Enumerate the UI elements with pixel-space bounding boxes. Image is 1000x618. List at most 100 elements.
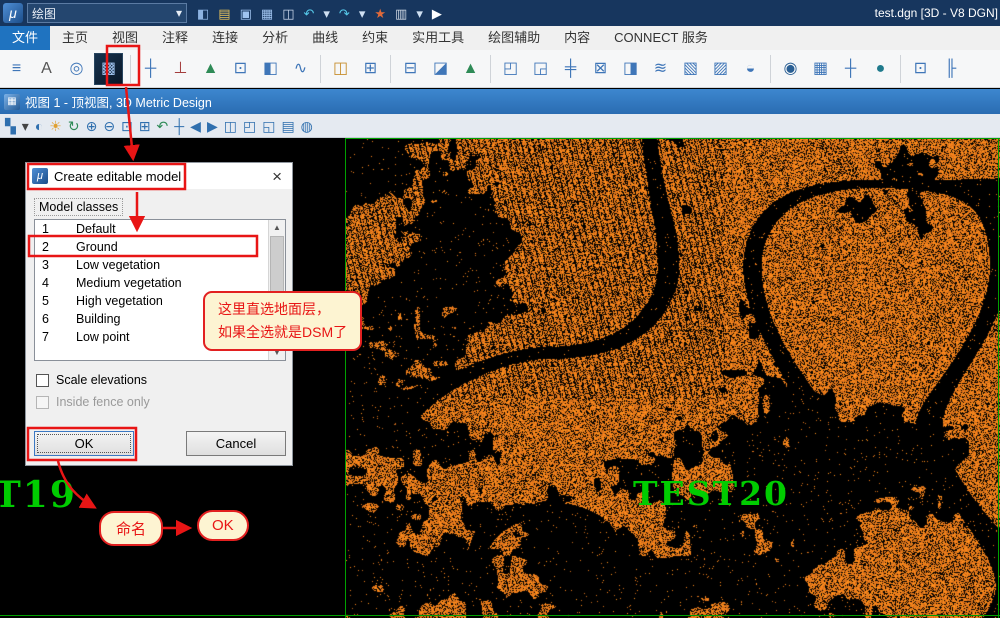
ribbon-tab-1[interactable]: 主页 (50, 26, 100, 50)
window-area-icon[interactable]: ⊡ (121, 119, 133, 133)
cross-section-icon[interactable]: ╪ (558, 55, 583, 83)
copy-view-icon[interactable]: ◫ (224, 119, 237, 133)
ribbon-tab-6[interactable]: 曲线 (300, 26, 350, 50)
point-cloud-view[interactable] (345, 138, 1000, 618)
ribbon-tab-0[interactable]: 文件 (0, 26, 51, 50)
ok-callout: OK (197, 510, 249, 541)
ribbon-tab-bar: 文件 主页 视图 注释 连接 分析 曲线 约束 实用工具 绘图辅助 内容 CONNECT 服务 (0, 26, 1000, 50)
active-tool-combo[interactable]: 绘图 ▾ (27, 3, 187, 23)
zoom-out-icon[interactable]: ⊖ (103, 119, 115, 133)
pushpin-icon[interactable]: ★ (374, 7, 386, 20)
grid-line-top (345, 138, 1000, 139)
snap-point-icon[interactable]: ◎ (64, 55, 89, 83)
profile-view-icon[interactable]: ◧ (258, 55, 283, 83)
selection-arrow-icon[interactable]: ▶ (432, 7, 442, 20)
pan-view-icon[interactable]: ┼ (174, 119, 184, 133)
ribbon-tab-2[interactable]: 视图 (100, 26, 150, 50)
image-frame-icon[interactable]: ⊡ (228, 55, 253, 83)
hatch-left-icon[interactable]: ▧ (678, 55, 703, 83)
saved-views-icon[interactable]: ▤ (281, 119, 294, 133)
model-class-row[interactable]: 3 Low vegetation (35, 256, 285, 274)
clip-volume-icon[interactable]: ◰ (243, 119, 256, 133)
cell-box-icon[interactable]: ⊡ (908, 55, 933, 83)
undo-caret-icon[interactable]: ▾ (323, 7, 330, 20)
ribbon-tab-10[interactable]: 内容 (552, 26, 602, 50)
create-editable-model-icon[interactable]: ▩ (94, 52, 123, 85)
print-caret-icon[interactable]: ▾ (416, 7, 423, 20)
copy-icon[interactable]: ◫ (282, 7, 294, 20)
element-list-icon[interactable]: ≡ (4, 55, 29, 83)
ok-button[interactable]: OK (34, 431, 134, 456)
view-window-icon: ▦ (4, 93, 20, 110)
clip-mask-icon[interactable]: ◱ (262, 119, 275, 133)
clip-box-icon[interactable]: ⊠ (588, 55, 613, 83)
view-previous-icon[interactable]: ◀ (190, 119, 201, 133)
view-window-title-bar[interactable]: ▦ 视图 1 - 顶视图, 3D Metric Design (0, 89, 1000, 114)
model-classes-label: Model classes (34, 198, 124, 216)
print-icon[interactable]: ▥ (395, 7, 407, 20)
model-class-row[interactable]: 4 Medium vegetation (35, 274, 285, 292)
table-tool-icon[interactable]: ⊟ (398, 55, 423, 83)
survey-pole-icon[interactable]: ⊥ (168, 55, 193, 83)
section-tool-icon[interactable]: ◲ (528, 55, 553, 83)
tutorial-callout: 这里直选地面层， 如果全选就是DSM了 (203, 291, 363, 352)
ribbon-tab-3[interactable]: 注释 (150, 26, 200, 50)
view-brightness-icon[interactable]: ☀ (49, 119, 62, 133)
update-view-icon[interactable]: ↻ (68, 119, 80, 133)
open-file-icon[interactable]: ▤ (218, 7, 230, 20)
fence-tool-icon[interactable]: ╟ (938, 55, 963, 83)
view-attributes-icon[interactable]: ▚ (5, 119, 16, 133)
display-style-icon[interactable]: ◐ (35, 119, 43, 133)
ribbon-tab-8[interactable]: 实用工具 (400, 26, 476, 50)
rotate-view-icon[interactable]: ↶ (157, 119, 169, 133)
ribbon-tab-9[interactable]: 绘图辅助 (476, 26, 552, 50)
scale-elevations-checkbox[interactable] (36, 373, 49, 387)
inside-fence-checkbox (36, 395, 49, 409)
hatch-right-icon[interactable]: ▨ (708, 55, 733, 83)
contour-tool-icon[interactable]: ◒ (738, 55, 763, 83)
redo-caret-icon[interactable]: ▾ (359, 7, 366, 20)
half-shade-icon[interactable]: ◨ (618, 55, 643, 83)
inside-fence-checkbox-row: Inside fence only (36, 395, 150, 409)
toolbar-separator (900, 54, 901, 83)
ribbon-tab-5[interactable]: 分析 (250, 26, 300, 50)
app-logo-icon[interactable]: μ (3, 3, 23, 23)
flag-point-icon[interactable]: ▲ (198, 55, 223, 83)
view-next-icon[interactable]: ▶ (207, 119, 218, 133)
ribbon-tab-7[interactable]: 约束 (350, 26, 400, 50)
curve-tool-icon[interactable]: ∿ (288, 55, 313, 83)
model-class-row[interactable]: 1 Default (35, 220, 285, 238)
target-view-icon[interactable]: ◉ (778, 55, 803, 83)
cancel-button[interactable]: Cancel (186, 431, 286, 456)
application-window: μ 绘图 ▾ ◧ ▤ ▣ ▦ ◫ ↶ ▾ ↷ ▾ ★ ▥ ▾ ▶ test.dgn [3D - V8 D… (0, 0, 1000, 618)
wave-smooth-icon[interactable]: ≋ (648, 55, 673, 83)
model-class-row-ground[interactable]: 2 Ground (35, 238, 285, 256)
crosshair-icon[interactable]: ┼ (838, 55, 863, 83)
shade-view-icon[interactable]: ◪ (428, 55, 453, 83)
title-bar: μ 绘图 ▾ ◧ ▤ ▣ ▦ ◫ ↶ ▾ ↷ ▾ ★ ▥ ▾ ▶ test.dgn [3D - V8 D… (0, 0, 1000, 26)
fit-view-icon[interactable]: ⊞ (139, 119, 151, 133)
view-attributes-caret-icon[interactable]: ▾ (22, 119, 29, 133)
save-settings-icon[interactable]: ▦ (261, 7, 273, 20)
tree-tool-icon[interactable]: ▲ (458, 55, 483, 83)
zoom-in-icon[interactable]: ⊕ (86, 119, 98, 133)
globe-icon[interactable]: ● (868, 55, 893, 83)
save-icon[interactable]: ▣ (240, 7, 252, 20)
axis-tool-icon[interactable]: ┼ (138, 55, 163, 83)
dialog-title-bar[interactable]: μ Create editable model × (26, 163, 292, 189)
ribbon-tab-4[interactable]: 连接 (200, 26, 250, 50)
active-color-icon[interactable]: ◧ (197, 7, 209, 20)
align-quadrant-icon[interactable]: ◰ (498, 55, 523, 83)
raster-grid-icon[interactable]: ▦ (808, 55, 833, 83)
scroll-up-icon[interactable]: ▲ (269, 220, 285, 235)
text-format-icon[interactable]: A (34, 55, 59, 83)
redo-icon[interactable]: ↷ (339, 7, 350, 20)
close-icon[interactable]: × (268, 168, 286, 185)
grid-tool-icon[interactable]: ⊞ (358, 55, 383, 83)
view-rotation-icon[interactable]: ◍ (301, 119, 313, 133)
chevron-down-icon: ▾ (175, 6, 182, 20)
coordinate-list-icon[interactable]: ◫ (328, 55, 353, 83)
undo-icon[interactable]: ↶ (303, 7, 314, 20)
canvas-label-test20: TEST20 (633, 474, 790, 513)
ribbon-tab-11[interactable]: CONNECT 服务 (602, 26, 720, 50)
